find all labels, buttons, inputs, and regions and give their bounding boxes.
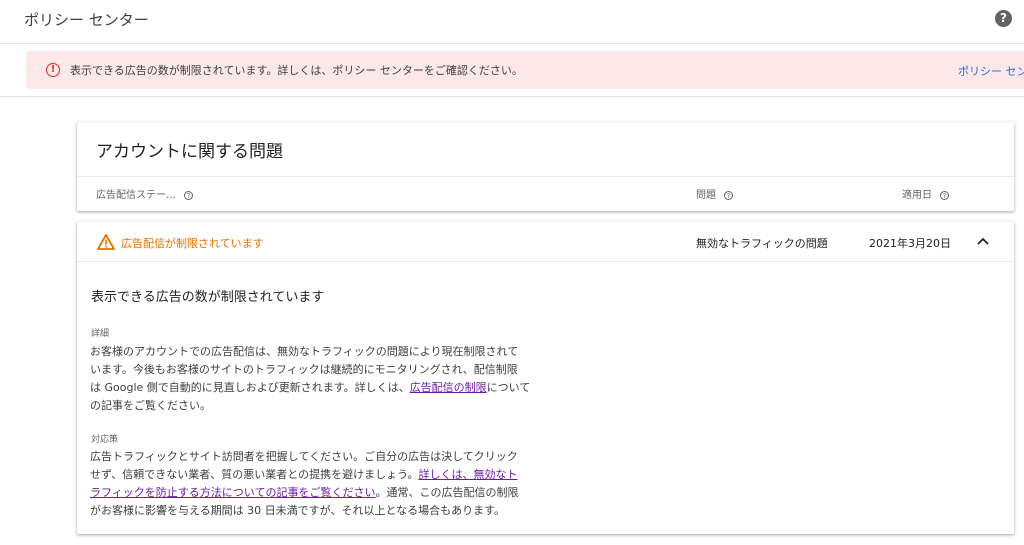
error-icon: ! — [46, 63, 60, 77]
help-icon[interactable]: ? — [724, 190, 733, 200]
issue-label: 無効なトラフィックの問題 — [696, 237, 828, 250]
alert-message: 表示できる広告の数が制限されています。詳しくは、ポリシー センターをご確認くださ… — [70, 64, 523, 77]
top-bar: ポリシー センター ? — [0, 0, 1024, 44]
ad-limit-link[interactable]: 広告配信の制限 — [410, 381, 487, 394]
policy-center-link[interactable]: ポリシー セン — [958, 63, 1024, 79]
help-icon[interactable]: ? — [940, 190, 949, 200]
section-heading: アカウントに関する問題 — [96, 142, 283, 162]
issue-row[interactable]: 広告配信が制限されています 無効なトラフィックの問題 2021年3月20日 — [77, 222, 1014, 262]
detail-heading: 表示できる広告の数が制限されています — [91, 290, 325, 305]
invalid-traffic-link[interactable]: 詳しくは、無効なト — [418, 468, 517, 481]
details-text: お客様のアカウントでの広告配信は、無効なトラフィックの問題により現在制限されて … — [90, 345, 531, 412]
action-text: 広告トラフィックとサイト訪問者を把握してください。ご自分の広告は決してクリック … — [90, 450, 519, 517]
column-header-date[interactable]: 適用日? — [902, 186, 949, 201]
chevron-up-icon[interactable] — [976, 235, 990, 247]
action-label: 対応策 — [91, 435, 119, 445]
divider — [0, 96, 1024, 97]
divider — [77, 176, 1014, 177]
help-icon[interactable]: ? — [184, 190, 193, 200]
column-header-issue[interactable]: 問題? — [696, 186, 733, 201]
status-label: 広告配信が制限されています — [121, 237, 264, 250]
details-label: 詳細 — [91, 329, 110, 339]
account-issues-card: アカウントに関する問題 広告配信ステー…? 問題? 適用日? — [77, 122, 1014, 211]
alert-banner: ! 表示できる広告の数が制限されています。詳しくは、ポリシー センターをご確認く… — [26, 51, 1024, 89]
column-header-status[interactable]: 広告配信ステー…? — [96, 186, 193, 201]
invalid-traffic-link-cont[interactable]: ラフィックを防止する方法についての記事をご覧ください — [90, 486, 375, 499]
page-title: ポリシー センター — [24, 11, 149, 29]
date-label: 2021年3月20日 — [869, 237, 951, 250]
issue-detail-card: 広告配信が制限されています 無効なトラフィックの問題 2021年3月20日 表示… — [77, 222, 1014, 534]
warning-icon — [97, 234, 115, 250]
help-icon[interactable]: ? — [995, 10, 1012, 27]
